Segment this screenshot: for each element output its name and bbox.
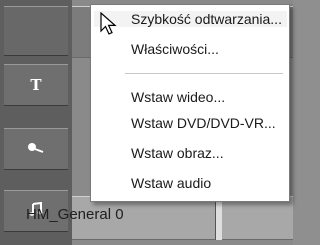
voice-track-button[interactable] <box>4 128 68 170</box>
menu-item-properties[interactable]: Właściwości... <box>131 41 219 57</box>
menu-item-insert-dvd[interactable]: Wstaw DVD/DVD-VR... <box>131 115 276 131</box>
menu-item-insert-audio[interactable]: Wstaw audio <box>131 175 211 191</box>
text-track-button[interactable]: T <box>4 64 68 106</box>
voice-track-icon <box>27 140 45 158</box>
menu-item-insert-image[interactable]: Wstaw obraz... <box>131 145 224 161</box>
text-track-icon: T <box>30 76 42 94</box>
menu-item-playback-speed[interactable]: Szybkość odtwarzania... <box>94 11 287 27</box>
audio-clip-label[interactable]: HM_General 0 <box>26 206 124 223</box>
menu-separator <box>125 73 283 74</box>
mouse-pointer-icon <box>100 11 118 41</box>
menu-item-insert-video[interactable]: Wstaw wideo... <box>131 89 225 105</box>
context-menu: Szybkość odtwarzania... Właściwości... W… <box>90 4 290 202</box>
audio-clip-edge[interactable] <box>215 196 222 240</box>
track-header-video[interactable] <box>4 6 68 56</box>
